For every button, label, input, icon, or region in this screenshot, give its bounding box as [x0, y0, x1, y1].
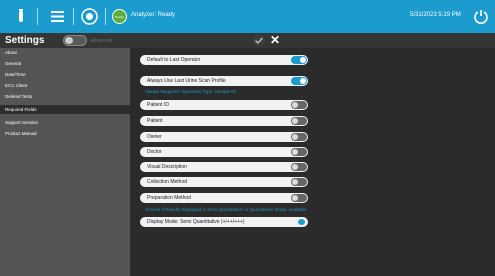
sidebar: About General Date/Time ECU Client Delet…: [0, 48, 130, 276]
sidebar-item-required-fields[interactable]: Required Fields: [0, 105, 130, 114]
field-label: Owner: [147, 134, 162, 140]
sidebar-item-date-time[interactable]: Date/Time: [0, 70, 130, 79]
status-badge: Ready: [112, 9, 127, 24]
close-icon[interactable]: ✕: [270, 33, 280, 48]
setting-row-default-operator[interactable]: Default to Last Operator: [140, 55, 308, 65]
divider: [105, 8, 106, 25]
top-bar: Ready Analyzer: Ready 5/31/2023 5:19 PM: [0, 0, 495, 33]
toggle-switch[interactable]: [291, 194, 307, 202]
page-title: Settings: [5, 35, 45, 46]
sidebar-item-product-manual[interactable]: Product Manual: [0, 129, 130, 138]
field-label: Patient ID: [147, 102, 169, 108]
field-label: Collection Method: [147, 179, 188, 185]
list-icon[interactable]: [49, 8, 66, 25]
sidebar-item-deleted-tests[interactable]: Deleted Tests: [0, 92, 130, 101]
settings-header: Settings Advanced ✕: [0, 33, 495, 48]
field-row-doctor[interactable]: Doctor: [140, 147, 308, 157]
toggle-switch[interactable]: [291, 133, 307, 141]
chevron-down-icon[interactable]: [298, 219, 305, 225]
test-tube-icon[interactable]: [12, 8, 29, 25]
sidebar-item-about[interactable]: About: [0, 48, 130, 57]
advanced-label: Advanced: [90, 38, 113, 44]
field-label: Preparation Method: [147, 195, 191, 201]
settings-icon[interactable]: [81, 8, 98, 25]
advanced-toggle[interactable]: [63, 35, 87, 46]
field-row-preparation-method[interactable]: Preparation Method: [140, 193, 308, 203]
divider: [37, 8, 38, 25]
field-label: Patient: [147, 118, 163, 124]
toggle-switch[interactable]: [291, 101, 307, 109]
required-fields-header: Always Required: Specimen Type, Sample I…: [145, 89, 236, 94]
toggle-switch[interactable]: [291, 148, 307, 156]
datetime-display: 5/31/2023 5:19 PM: [410, 12, 461, 18]
field-row-collection-method[interactable]: Collection Method: [140, 177, 308, 187]
sidebar-item-ecu-client[interactable]: ECU Client: [0, 81, 130, 90]
toggle-switch[interactable]: [291, 178, 307, 186]
analyzer-status: Analyzer: Ready: [131, 12, 176, 18]
check-icon[interactable]: [252, 34, 266, 47]
divider: [73, 8, 74, 25]
field-label: Visual Description: [147, 164, 187, 170]
sidebar-item-general[interactable]: General: [0, 59, 130, 68]
toggle-switch[interactable]: [291, 163, 307, 171]
display-mode-value: Display Mode: Semi Quantitative (+/++/++…: [147, 219, 245, 225]
field-row-patient[interactable]: Patient: [140, 116, 308, 126]
display-mode-header: Choose if Results Displayed in Semi-Quan…: [145, 207, 307, 212]
setting-label: Default to Last Operator: [147, 57, 201, 63]
field-label: Doctor: [147, 149, 162, 155]
display-mode-select[interactable]: Display Mode: Semi Quantitative (+/++/++…: [140, 217, 308, 227]
toggle-switch[interactable]: [291, 56, 307, 64]
setting-label: Always Use Last Urine Scan Profile: [147, 78, 226, 84]
field-row-owner[interactable]: Owner: [140, 132, 308, 142]
toggle-switch[interactable]: [291, 77, 307, 85]
toggle-switch[interactable]: [291, 117, 307, 125]
setting-row-urine-scan-profile[interactable]: Always Use Last Urine Scan Profile: [140, 76, 308, 86]
power-icon[interactable]: [473, 8, 489, 24]
field-row-visual-description[interactable]: Visual Description: [140, 162, 308, 172]
sidebar-item-support-session[interactable]: Support Session: [0, 118, 130, 127]
field-row-patient-id[interactable]: Patient ID: [140, 100, 308, 110]
